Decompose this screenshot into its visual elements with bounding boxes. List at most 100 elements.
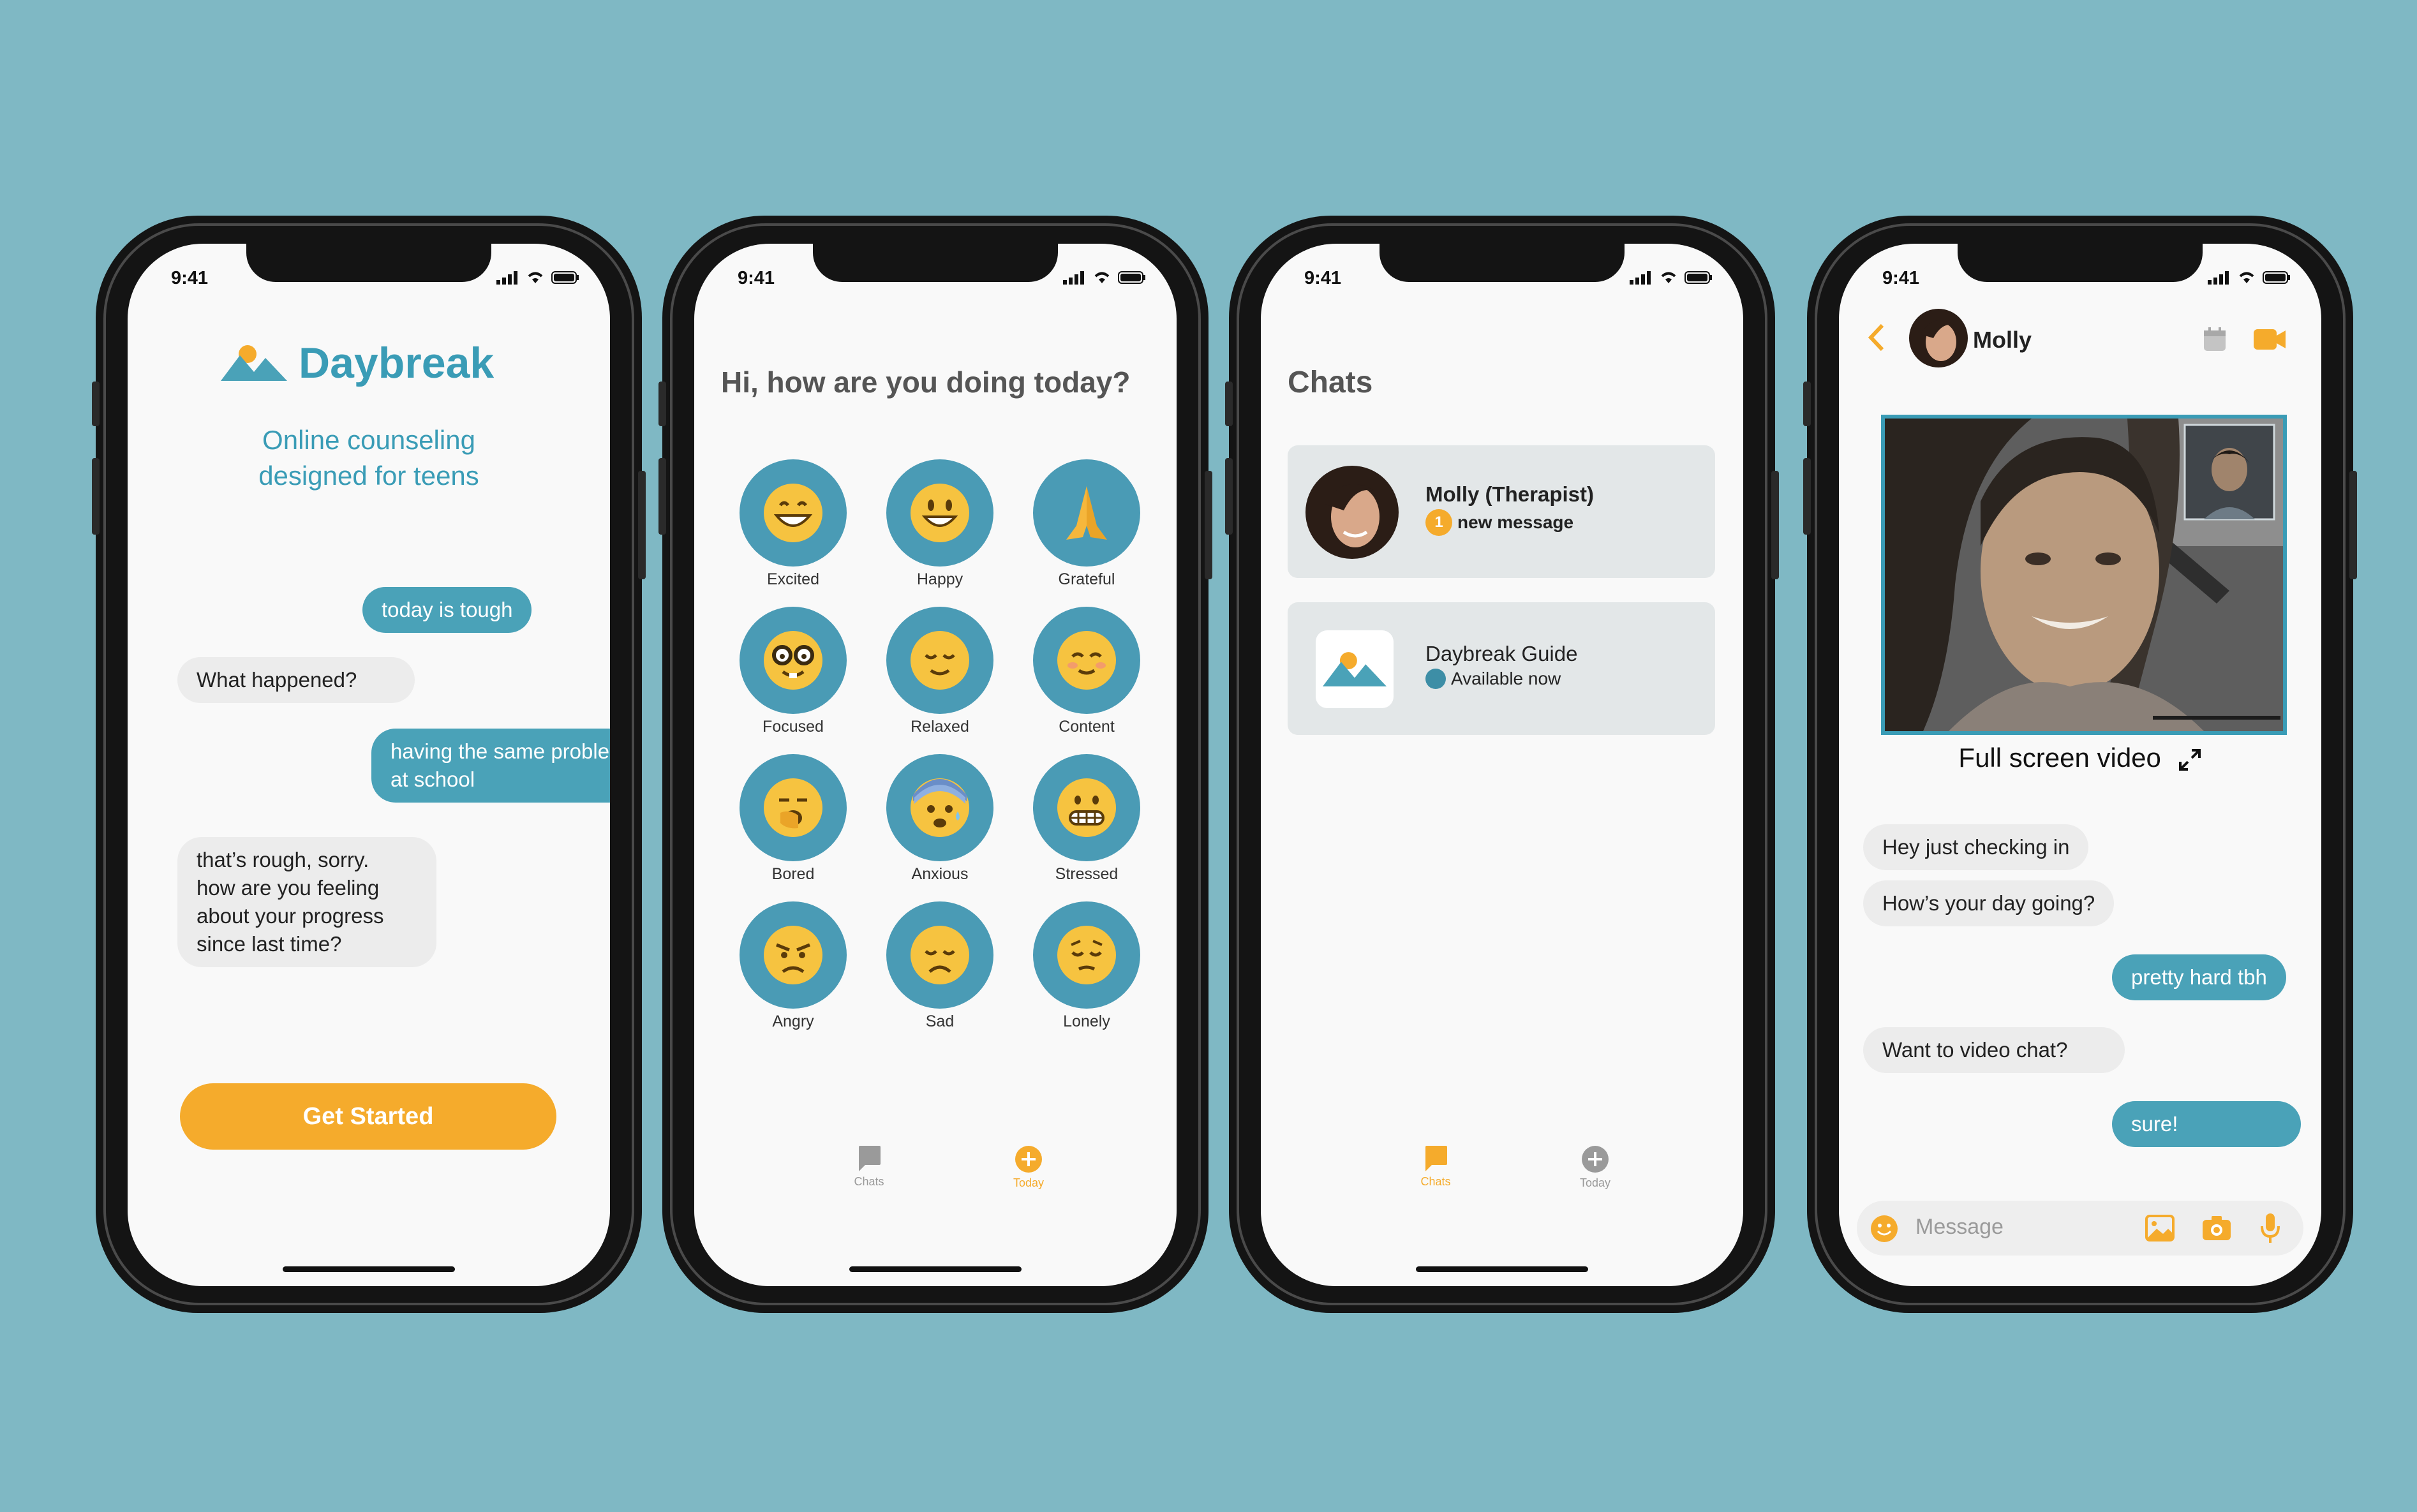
expand-icon[interactable]	[2178, 748, 2202, 772]
screen: 9:41 Chats Molly (Therapist) 1 new messa…	[1261, 244, 1743, 1286]
message-therapist: How’s your day going?	[1863, 880, 2115, 926]
cellular-icon	[496, 271, 517, 285]
chat-subtitle-text: Available now	[1451, 669, 1561, 688]
side-button	[92, 382, 100, 426]
mood-label: Anxious	[911, 865, 969, 883]
camera-icon[interactable]	[2201, 1215, 2232, 1241]
video-preview[interactable]	[1881, 415, 2287, 735]
tab-bar: Chats Today	[694, 1145, 1177, 1208]
chat-item-daybreak-guide[interactable]: Daybreak Guide Available now	[1288, 602, 1715, 735]
side-button	[658, 458, 666, 535]
message-line: having the same problem	[390, 739, 610, 763]
tab-bar: Chats Today	[1261, 1145, 1743, 1208]
chat-name: Molly (Therapist)	[1425, 482, 1595, 506]
message-therapist: Hey just checking in	[1863, 824, 2089, 870]
mood-lonely[interactable]: Lonely	[1020, 901, 1154, 1031]
side-button	[638, 471, 646, 579]
greeting-title: Hi, how are you doing today?	[721, 366, 1131, 399]
mood-happy[interactable]: Happy	[873, 459, 1007, 589]
battery-icon	[1684, 271, 1712, 284]
phone-mood-checkin: 9:41 Hi, how are you doing today? Excite…	[658, 216, 1212, 1313]
mood-grateful[interactable]: Grateful	[1020, 459, 1154, 589]
screen: 9:41 Daybreak Online counseling designed…	[128, 244, 610, 1286]
status-time: 9:41	[738, 268, 775, 288]
mood-angry[interactable]: Angry	[726, 901, 860, 1031]
home-indicator[interactable]	[283, 1266, 455, 1272]
chat-bubble-icon	[1425, 1146, 1447, 1171]
mood-anxious[interactable]: Anxious	[873, 754, 1007, 884]
mood-label: Content	[1059, 718, 1115, 736]
status-time: 9:41	[171, 268, 209, 288]
relieved-face-icon	[911, 631, 969, 690]
wifi-icon	[1661, 272, 1676, 283]
mood-focused[interactable]: Focused	[726, 607, 860, 736]
tagline-line: designed for teens	[258, 461, 479, 491]
mood-grid: Excited Happy Grateful Focused Relaxed C…	[726, 459, 1154, 1031]
side-button	[1771, 471, 1779, 579]
brand-header: Daybreak	[221, 338, 494, 388]
side-button	[1803, 382, 1811, 426]
daybreak-logo-icon	[221, 345, 287, 381]
status-time: 9:41	[1304, 268, 1342, 288]
mood-label: Happy	[916, 570, 963, 588]
tab-chats[interactable]: Chats	[1397, 1145, 1474, 1189]
wifi-icon	[1094, 272, 1110, 283]
emoji-icon[interactable]	[1870, 1214, 1899, 1243]
mood-stressed[interactable]: Stressed	[1020, 754, 1154, 884]
home-indicator[interactable]	[1416, 1266, 1588, 1272]
tab-today[interactable]: Today	[990, 1145, 1067, 1190]
cellular-icon	[1630, 271, 1651, 285]
mood-sad[interactable]: Sad	[873, 901, 1007, 1031]
mood-content[interactable]: Content	[1020, 607, 1154, 736]
daybreak-logo-icon	[1323, 652, 1387, 686]
grimacing-face-icon	[1057, 778, 1116, 837]
tab-chats[interactable]: Chats	[831, 1145, 907, 1189]
tab-today[interactable]: Today	[1557, 1145, 1633, 1190]
grinning-face-icon	[764, 484, 822, 542]
mood-label: Relaxed	[911, 718, 969, 736]
mood-relaxed[interactable]: Relaxed	[873, 607, 1007, 736]
image-icon[interactable]	[2145, 1215, 2175, 1241]
mood-bored[interactable]: Bored	[726, 754, 860, 884]
phone-conversation: 9:41 Molly Full screen video Hey just ch…	[1803, 216, 2357, 1313]
cellular-icon	[1063, 271, 1084, 285]
calendar-icon[interactable]	[2203, 327, 2227, 352]
message-input[interactable]: Message	[1915, 1215, 2004, 1240]
status-bar: 9:41	[1261, 264, 1743, 296]
side-button	[92, 458, 100, 535]
message-user: sure!	[2112, 1101, 2301, 1147]
message-line: that’s rough, sorry.	[197, 848, 369, 871]
mood-label: Grateful	[1058, 570, 1115, 588]
back-chevron-icon[interactable]	[1867, 323, 1886, 352]
message-therapist: Want to video chat?	[1863, 1027, 2125, 1073]
avatar[interactable]	[1909, 309, 1968, 367]
video-camera-icon[interactable]	[2254, 328, 2287, 351]
mood-excited[interactable]: Excited	[726, 459, 860, 589]
chat-item-molly[interactable]: Molly (Therapist) 1 new message	[1288, 445, 1715, 578]
add-circle-icon	[1582, 1146, 1609, 1173]
mood-label: Focused	[762, 718, 824, 736]
tab-label: Today	[1013, 1176, 1045, 1189]
mood-label: Sad	[925, 1012, 955, 1030]
content-face-icon	[1057, 631, 1116, 690]
online-status-dot	[1425, 669, 1446, 689]
status-bar: 9:41	[128, 264, 610, 296]
tagline-line: Online counseling	[262, 425, 475, 455]
get-started-button[interactable]: Get Started	[180, 1083, 556, 1150]
mood-label: Stressed	[1055, 865, 1119, 883]
status-bar: 9:41	[694, 264, 1177, 296]
microphone-icon[interactable]	[2260, 1212, 2280, 1244]
home-indicator[interactable]	[849, 1266, 1022, 1272]
full-screen-video-link[interactable]: Full screen video	[1839, 743, 2321, 773]
chat-subtitle-text: new message	[1457, 512, 1574, 532]
phone-welcome: 9:41 Daybreak Online counseling designed…	[92, 216, 646, 1313]
status-bar: 9:41	[1839, 264, 2321, 296]
chat-subtitle: 1 new message	[1425, 509, 1573, 536]
message-line: about your progress	[197, 904, 384, 928]
pensive-face-icon	[1057, 926, 1116, 984]
avatar	[1305, 466, 1399, 559]
unread-badge: 1	[1425, 509, 1452, 536]
phone-chats: 9:41 Chats Molly (Therapist) 1 new messa…	[1225, 216, 1779, 1313]
battery-icon	[2263, 271, 2290, 284]
contact-name: Molly	[1973, 327, 2032, 353]
